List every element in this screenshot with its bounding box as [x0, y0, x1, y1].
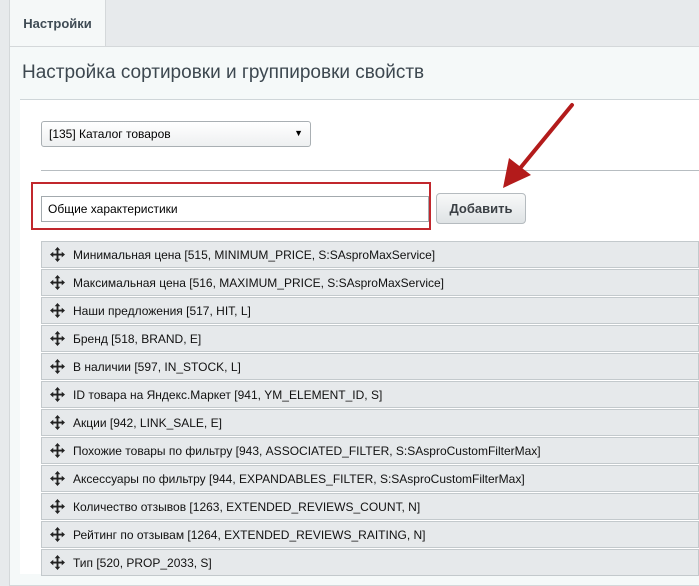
catalog-select[interactable]: [135] Каталог товаров ▼	[41, 121, 311, 147]
annotation-arrow	[503, 103, 574, 188]
property-label: Акции [942, LINK_SALE, E]	[73, 415, 222, 430]
property-label: Максимальная цена [516, MAXIMUM_PRICE, S…	[73, 275, 444, 290]
property-row[interactable]: Аксессуары по фильтру [944, EXPANDABLES_…	[41, 465, 699, 492]
property-row[interactable]: Похожие товары по фильтру [943, ASSOCIAT…	[41, 437, 699, 464]
property-row[interactable]: В наличии [597, IN_STOCK, L]	[41, 353, 699, 380]
move-arrows-icon[interactable]	[42, 298, 73, 323]
group-name-input[interactable]	[41, 196, 429, 222]
dropdown-triangle-icon: ▼	[294, 128, 303, 138]
tab-bar: Настройки	[0, 0, 699, 47]
move-arrows-icon[interactable]	[42, 438, 73, 463]
move-arrows-icon[interactable]	[42, 550, 73, 575]
property-row[interactable]: Бренд [518, BRAND, E]	[41, 325, 699, 352]
property-row[interactable]: Акции [942, LINK_SALE, E]	[41, 409, 699, 436]
property-label: В наличии [597, IN_STOCK, L]	[73, 359, 241, 374]
move-arrows-icon[interactable]	[42, 522, 73, 547]
catalog-select-value: [135] Каталог товаров	[49, 127, 171, 141]
property-label: ID товара на Яндекс.Маркет [941, YM_ELEM…	[73, 387, 383, 402]
property-row[interactable]: Рейтинг по отзывам [1264, EXTENDED_REVIE…	[41, 521, 699, 548]
property-row[interactable]: Максимальная цена [516, MAXIMUM_PRICE, S…	[41, 269, 699, 296]
tab-settings[interactable]: Настройки	[9, 0, 106, 46]
move-arrows-icon[interactable]	[42, 326, 73, 351]
property-label: Количество отзывов [1263, EXTENDED_REVIE…	[73, 499, 421, 514]
property-label: Аксессуары по фильтру [944, EXPANDABLES_…	[73, 471, 525, 486]
property-label: Бренд [518, BRAND, E]	[73, 331, 202, 346]
move-arrows-icon[interactable]	[42, 466, 73, 491]
property-label: Наши предложения [517, HIT, L]	[73, 303, 251, 318]
property-list: Минимальная цена [515, MINIMUM_PRICE, S:…	[41, 241, 699, 577]
property-row[interactable]: Наши предложения [517, HIT, L]	[41, 297, 699, 324]
move-arrows-icon[interactable]	[42, 242, 73, 267]
property-label: Тип [520, PROP_2033, S]	[73, 555, 212, 570]
property-row[interactable]: Тип [520, PROP_2033, S]	[41, 549, 699, 576]
move-arrows-icon[interactable]	[42, 494, 73, 519]
move-arrows-icon[interactable]	[42, 382, 73, 407]
property-label: Минимальная цена [515, MINIMUM_PRICE, S:…	[73, 247, 436, 262]
property-row[interactable]: Количество отзывов [1263, EXTENDED_REVIE…	[41, 493, 699, 520]
property-label: Рейтинг по отзывам [1264, EXTENDED_REVIE…	[73, 527, 426, 542]
property-row[interactable]: ID товара на Яндекс.Маркет [941, YM_ELEM…	[41, 381, 699, 408]
add-group-button[interactable]: Добавить	[436, 193, 526, 224]
move-arrows-icon[interactable]	[42, 354, 73, 379]
move-arrows-icon[interactable]	[42, 270, 73, 295]
property-row[interactable]: Минимальная цена [515, MINIMUM_PRICE, S:…	[41, 241, 699, 268]
property-label: Похожие товары по фильтру [943, ASSOCIAT…	[73, 443, 541, 458]
divider	[41, 170, 699, 171]
page-title: Настройка сортировки и группировки свойс…	[22, 62, 425, 83]
move-arrows-icon[interactable]	[42, 410, 73, 435]
